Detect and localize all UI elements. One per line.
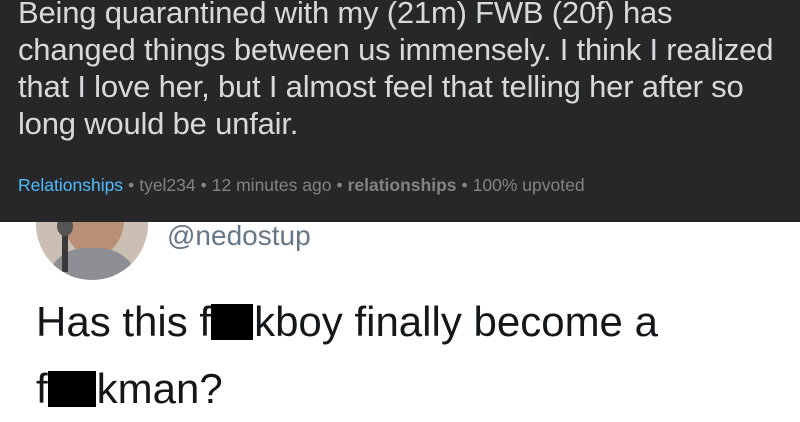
post-flair[interactable]: relationships xyxy=(348,175,457,195)
tweet-text: Has this f kboy finally become a f kman? xyxy=(36,288,776,422)
redaction-block xyxy=(211,304,254,340)
tweet-text-part: kboy finally become a xyxy=(254,298,658,345)
meta-separator: • xyxy=(200,175,207,195)
tweet-text-part: f xyxy=(36,365,48,412)
reddit-post-card[interactable]: Being quarantined with my (21m) FWB (20f… xyxy=(0,0,800,222)
tweet-text-part: kman? xyxy=(96,365,223,412)
meta-separator: • xyxy=(461,175,468,195)
tweet-text-part: Has this f xyxy=(36,298,212,345)
redaction-block xyxy=(47,371,96,407)
post-author[interactable]: tyel234 xyxy=(139,175,195,195)
post-title[interactable]: Being quarantined with my (21m) FWB (20f… xyxy=(18,0,798,142)
tweet-handle[interactable]: @nedostup xyxy=(167,220,311,252)
meta-separator: • xyxy=(128,175,135,195)
subreddit-link[interactable]: Relationships xyxy=(18,175,123,195)
post-time: 12 minutes ago xyxy=(211,175,332,195)
meta-separator: • xyxy=(336,175,343,195)
upvote-ratio: 100% upvoted xyxy=(472,175,585,195)
post-meta: Relationships • tyel234 • 12 minutes ago • rel… xyxy=(18,175,585,196)
